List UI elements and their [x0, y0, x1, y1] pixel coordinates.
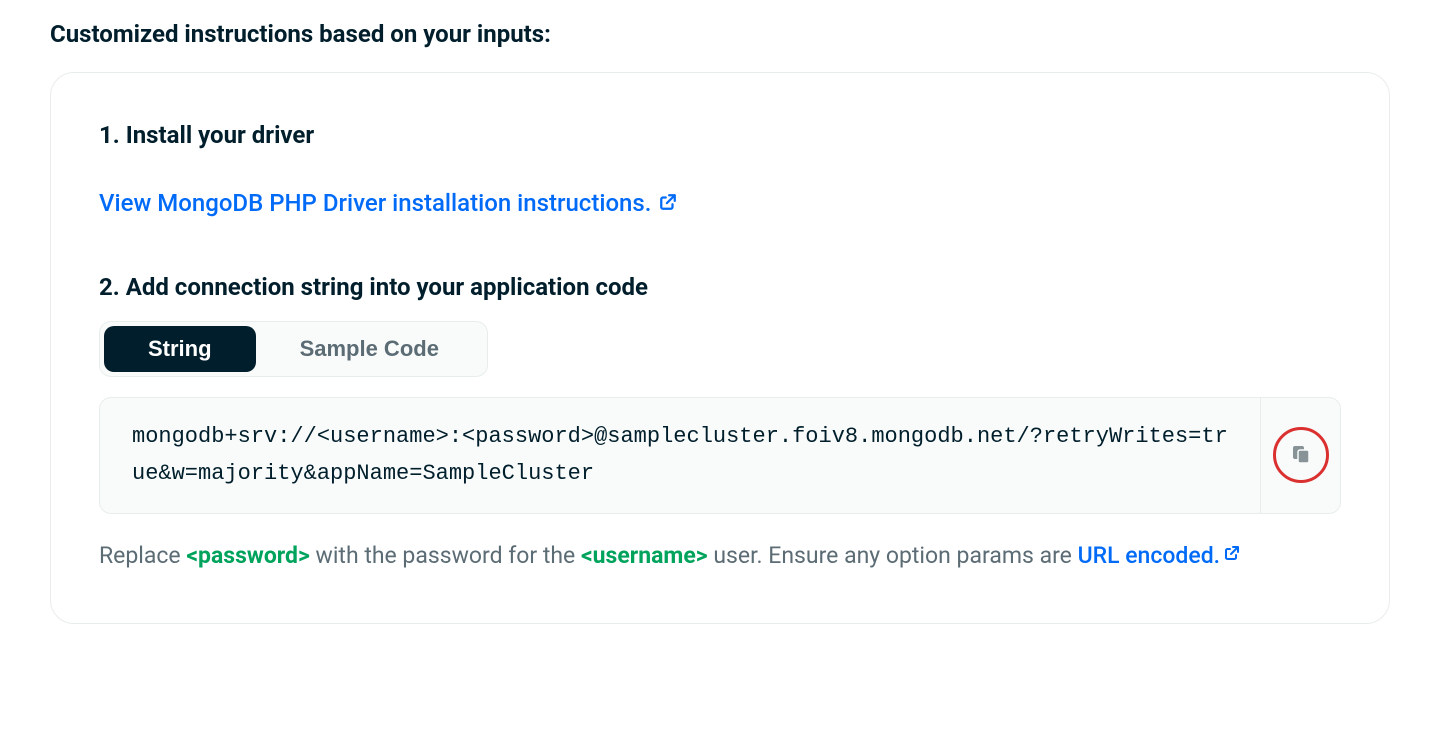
username-token: <username>: [581, 542, 708, 569]
tab-string[interactable]: String: [104, 326, 256, 372]
install-driver-link-text: View MongoDB PHP Driver installation ins…: [99, 189, 651, 217]
url-encoded-text: URL encoded.: [1078, 542, 1220, 569]
hint-text: Replace <password> with the password for…: [99, 538, 1341, 575]
connection-string-text: mongodb+srv://<username>:<password>@samp…: [100, 398, 1260, 513]
external-link-icon: [659, 193, 677, 211]
external-link-icon: [1224, 545, 1242, 563]
connection-string-box: mongodb+srv://<username>:<password>@samp…: [99, 397, 1341, 514]
install-driver-link[interactable]: View MongoDB PHP Driver installation ins…: [99, 189, 677, 217]
hint-mid1: with the password for the: [310, 542, 581, 569]
copy-column: [1260, 398, 1340, 513]
tab-sample-code[interactable]: Sample Code: [256, 326, 483, 372]
step2-title: 2. Add connection string into your appli…: [99, 273, 1341, 301]
password-token: <password>: [186, 542, 310, 569]
step1-title: 1. Install your driver: [99, 121, 1341, 149]
page-heading: Customized instructions based on your in…: [50, 20, 1390, 48]
tab-group: String Sample Code: [99, 321, 488, 377]
copy-icon: [1289, 442, 1313, 469]
hint-prefix: Replace: [99, 542, 186, 569]
copy-button[interactable]: [1273, 427, 1329, 483]
hint-mid2: user. Ensure any option params are: [708, 542, 1078, 569]
url-encoded-link[interactable]: URL encoded.: [1078, 542, 1242, 569]
instructions-card: 1. Install your driver View MongoDB PHP …: [50, 72, 1390, 624]
